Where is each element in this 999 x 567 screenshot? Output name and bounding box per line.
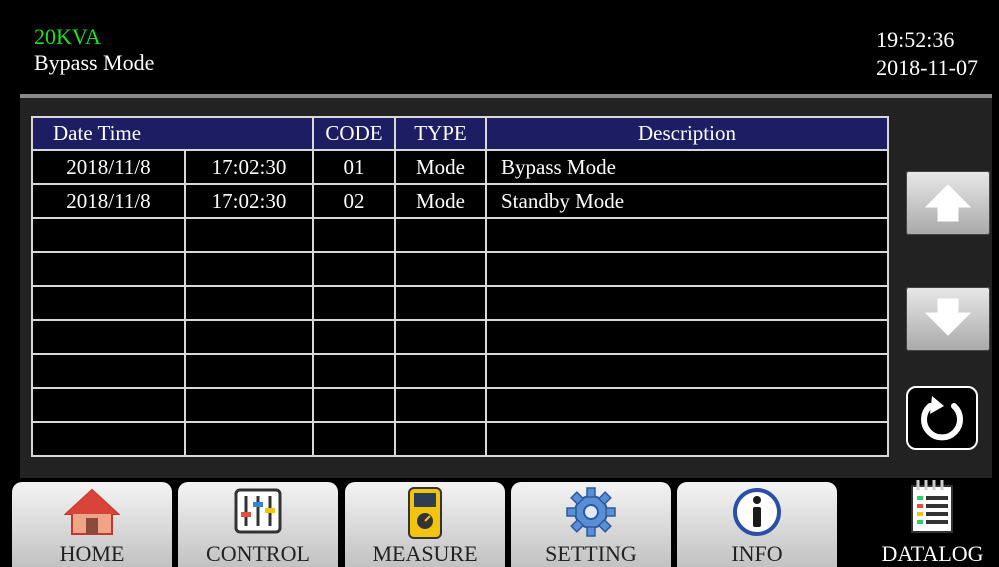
scroll-up-button[interactable] xyxy=(906,171,990,235)
cell-type xyxy=(394,387,487,423)
cell-description xyxy=(485,387,889,423)
cell-type: Mode xyxy=(394,183,487,219)
cell-code xyxy=(312,217,396,253)
control-sliders-icon xyxy=(234,488,282,534)
header-datetime: Date Time xyxy=(31,116,314,151)
table-row xyxy=(31,387,889,423)
cell-description xyxy=(485,251,889,287)
cell-type xyxy=(394,217,487,253)
cell-time xyxy=(184,421,314,457)
info-icon xyxy=(733,488,781,536)
table-row xyxy=(31,421,889,457)
cell-code: 01 xyxy=(312,149,396,185)
model-rating: 20KVA xyxy=(34,24,101,49)
cell-description xyxy=(485,319,889,355)
cell-time xyxy=(184,217,314,253)
tab-setting[interactable]: SETTING xyxy=(511,482,671,567)
cell-type xyxy=(394,251,487,287)
event-log-table: Date Time CODE TYPE Description 2018/11/… xyxy=(31,116,889,457)
cell-description: Bypass Mode xyxy=(485,149,889,185)
header-description: Description xyxy=(485,116,889,151)
cell-code xyxy=(312,387,396,423)
cell-time xyxy=(184,319,314,355)
cell-time: 17:02:30 xyxy=(184,149,314,185)
cell-type xyxy=(394,285,487,321)
clock-time: 19:52:36 xyxy=(876,27,955,52)
tab-control-label: CONTROL xyxy=(206,541,310,566)
tab-home-label: HOME xyxy=(59,541,125,566)
cell-code xyxy=(312,285,396,321)
cell-description xyxy=(485,421,889,457)
cell-date xyxy=(31,387,186,423)
gear-icon xyxy=(566,487,616,537)
table-row xyxy=(31,251,889,287)
tab-info-label: INFO xyxy=(731,541,783,566)
cell-time xyxy=(184,353,314,389)
cell-date xyxy=(31,217,186,253)
cell-description xyxy=(485,217,889,253)
cell-date xyxy=(31,251,186,287)
tab-datalog[interactable]: DATALOG xyxy=(866,478,999,567)
cell-description xyxy=(485,353,889,389)
cell-time: 17:02:30 xyxy=(184,183,314,219)
cell-description: Standby Mode xyxy=(485,183,889,219)
tab-datalog-label: DATALOG xyxy=(881,541,984,566)
meter-icon xyxy=(408,487,442,539)
scroll-down-button[interactable] xyxy=(906,287,990,351)
tab-info[interactable]: INFO xyxy=(677,482,837,567)
home-icon xyxy=(64,488,120,535)
datalog-icon xyxy=(911,480,953,533)
cell-code xyxy=(312,421,396,457)
tab-home[interactable]: HOME xyxy=(12,482,172,567)
refresh-icon xyxy=(921,396,963,441)
arrow-down-icon xyxy=(924,298,972,336)
cell-code: 02 xyxy=(312,183,396,219)
cell-type xyxy=(394,319,487,355)
cell-type: Mode xyxy=(394,149,487,185)
tab-setting-label: SETTING xyxy=(545,541,637,566)
table-row xyxy=(31,217,889,253)
table-row xyxy=(31,353,889,389)
cell-date: 2018/11/8 xyxy=(31,183,186,219)
cell-description xyxy=(485,285,889,321)
table-row xyxy=(31,319,889,355)
clock: 19:52:36 2018-11-07 xyxy=(876,26,978,82)
refresh-button[interactable] xyxy=(906,386,978,450)
cell-time xyxy=(184,251,314,287)
clock-date: 2018-11-07 xyxy=(876,55,978,80)
table-row xyxy=(31,285,889,321)
cell-time xyxy=(184,387,314,423)
table-header-row: Date Time CODE TYPE Description xyxy=(31,116,889,151)
tab-measure[interactable]: MEASURE xyxy=(345,482,505,567)
cell-code xyxy=(312,319,396,355)
table-row: 2018/11/8 17:02:30 02 Mode Standby Mode xyxy=(31,183,889,219)
arrow-up-icon xyxy=(924,184,972,222)
cell-date: 2018/11/8 xyxy=(31,149,186,185)
ups-screen: 20KVA Bypass Mode 19:52:36 2018-11-07 Da… xyxy=(0,0,999,567)
cell-date xyxy=(31,319,186,355)
cell-type xyxy=(394,353,487,389)
header-code: CODE xyxy=(312,116,396,151)
cell-date xyxy=(31,285,186,321)
cell-type xyxy=(394,421,487,457)
tab-measure-label: MEASURE xyxy=(372,541,478,566)
table-row: 2018/11/8 17:02:30 01 Mode Bypass Mode xyxy=(31,149,889,185)
operating-mode: Bypass Mode xyxy=(34,50,155,75)
datalog-panel: Date Time CODE TYPE Description 2018/11/… xyxy=(20,98,992,478)
cell-date xyxy=(31,353,186,389)
header-type: TYPE xyxy=(394,116,487,151)
cell-code xyxy=(312,251,396,287)
cell-time xyxy=(184,285,314,321)
cell-code xyxy=(312,353,396,389)
tab-control[interactable]: CONTROL xyxy=(178,482,338,567)
status-header: 20KVA Bypass Mode 19:52:36 2018-11-07 xyxy=(20,10,992,94)
cell-date xyxy=(31,421,186,457)
